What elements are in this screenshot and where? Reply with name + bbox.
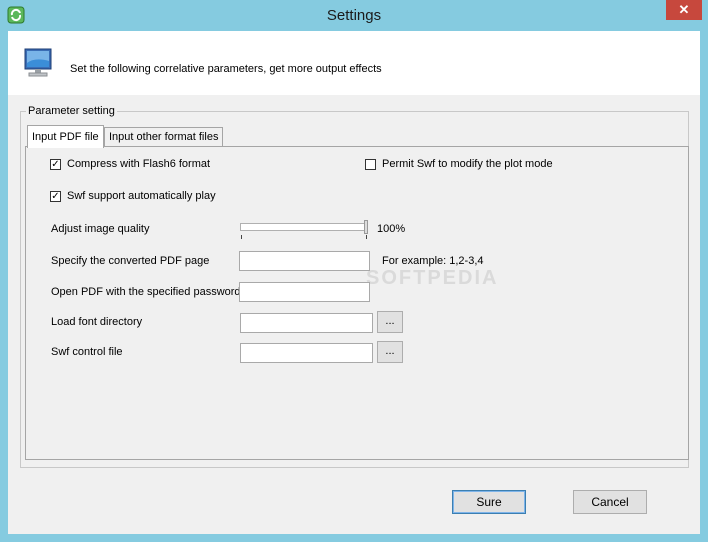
password-label: Open PDF with the specified password <box>51 286 241 298</box>
settings-window: Settings ✕ Set the following correlative… <box>0 0 708 542</box>
sure-button[interactable]: Sure <box>452 490 526 514</box>
group-title: Parameter setting <box>26 105 117 117</box>
watermark: SOFTPEDIA <box>366 267 499 289</box>
slider-tick-min <box>241 235 242 239</box>
font-dir-label: Load font directory <box>51 316 143 328</box>
tab-panel: SOFTPEDIA ✓ Compress with Flash6 format … <box>25 146 689 460</box>
control-file-label: Swf control file <box>51 346 123 358</box>
password-input[interactable] <box>239 282 370 302</box>
tab-input-other-formats[interactable]: Input other format files <box>104 127 224 147</box>
autoplay-checkbox[interactable]: ✓ <box>50 191 61 202</box>
control-file-input[interactable] <box>240 343 373 363</box>
monitor-icon <box>24 48 52 77</box>
control-file-browse-button[interactable]: ... <box>377 341 403 363</box>
pages-hint: For example: 1,2-3,4 <box>382 255 484 267</box>
window-title: Settings <box>326 7 382 24</box>
font-dir-browse-button[interactable]: ... <box>377 311 403 333</box>
header-area: Set the following correlative parameters… <box>8 31 700 95</box>
tab-input-pdf[interactable]: Input PDF file <box>27 125 104 148</box>
font-dir-input[interactable] <box>240 313 373 333</box>
pages-input[interactable] <box>239 251 370 271</box>
header-description: Set the following correlative parameters… <box>70 63 382 75</box>
slider-tick-max <box>366 235 367 239</box>
close-button[interactable]: ✕ <box>666 0 702 20</box>
compress-checkbox[interactable]: ✓ <box>50 159 61 170</box>
cancel-button[interactable]: Cancel <box>573 490 647 514</box>
permit-label: Permit Swf to modify the plot mode <box>382 158 553 170</box>
pages-label: Specify the converted PDF page <box>51 255 210 267</box>
quality-slider-track[interactable] <box>240 223 366 231</box>
permit-checkbox[interactable] <box>365 159 376 170</box>
compress-label: Compress with Flash6 format <box>67 158 211 170</box>
title-bar[interactable]: Settings ✕ <box>0 0 708 32</box>
client-area: Set the following correlative parameters… <box>8 31 700 534</box>
quality-value: 100% <box>377 223 406 235</box>
autoplay-label: Swf support automatically play <box>67 190 216 202</box>
quality-label: Adjust image quality <box>51 223 150 235</box>
quality-slider-thumb[interactable] <box>364 220 368 234</box>
